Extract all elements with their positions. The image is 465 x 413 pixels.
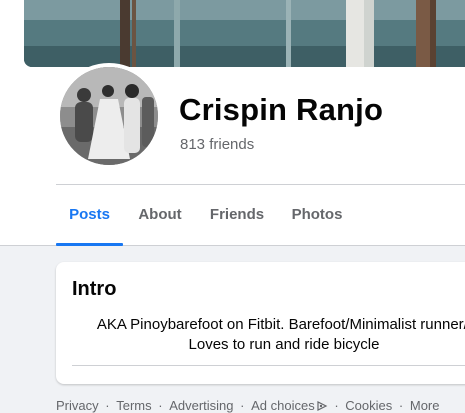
ad-choices-icon bbox=[317, 401, 328, 411]
friends-count[interactable]: 813 friends bbox=[180, 136, 254, 153]
footer-separator: · bbox=[334, 398, 339, 413]
tab-friends[interactable]: Friends bbox=[205, 186, 269, 244]
intro-bio: AKA Pinoybarefoot on Fitbit. Barefoot/Mi… bbox=[64, 315, 465, 355]
footer-ad-choices-link[interactable]: Ad choices bbox=[251, 398, 328, 413]
footer-ad-choices-label: Ad choices bbox=[251, 398, 315, 413]
tab-photos[interactable]: Photos bbox=[286, 186, 348, 244]
bio-line-2: Loves to run and ride bicycle bbox=[188, 336, 380, 353]
footer-privacy-link[interactable]: Privacy bbox=[56, 398, 99, 413]
footer-terms-link[interactable]: Terms bbox=[116, 398, 151, 413]
header-divider bbox=[56, 184, 465, 185]
footer-links: Privacy · Terms · Advertising · Ad choic… bbox=[56, 398, 439, 413]
tab-posts[interactable]: Posts bbox=[56, 186, 123, 246]
tab-about[interactable]: About bbox=[130, 186, 190, 244]
profile-picture[interactable] bbox=[60, 67, 158, 165]
footer-separator: · bbox=[398, 398, 404, 413]
cover-photo[interactable] bbox=[24, 0, 465, 67]
profile-name: Crispin Ranjo bbox=[179, 92, 384, 127]
bio-line-1: AKA Pinoybarefoot on Fitbit. Barefoot/Mi… bbox=[96, 316, 465, 333]
footer-separator: · bbox=[240, 398, 245, 413]
intro-title: Intro bbox=[72, 278, 117, 300]
profile-header: Crispin Ranjo 813 friends Posts About Fr… bbox=[0, 0, 465, 246]
intro-divider bbox=[72, 365, 465, 366]
footer-separator: · bbox=[105, 398, 110, 413]
cover-photo-image bbox=[24, 0, 465, 67]
footer-advertising-link[interactable]: Advertising bbox=[169, 398, 233, 413]
profile-photo-image bbox=[60, 67, 158, 165]
footer-more-link[interactable]: More bbox=[410, 398, 440, 413]
intro-card: Intro AKA Pinoybarefoot on Fitbit. Baref… bbox=[56, 262, 465, 384]
footer-separator: · bbox=[158, 398, 163, 413]
profile-picture-frame[interactable] bbox=[56, 63, 162, 169]
footer-cookies-link[interactable]: Cookies bbox=[345, 398, 392, 413]
